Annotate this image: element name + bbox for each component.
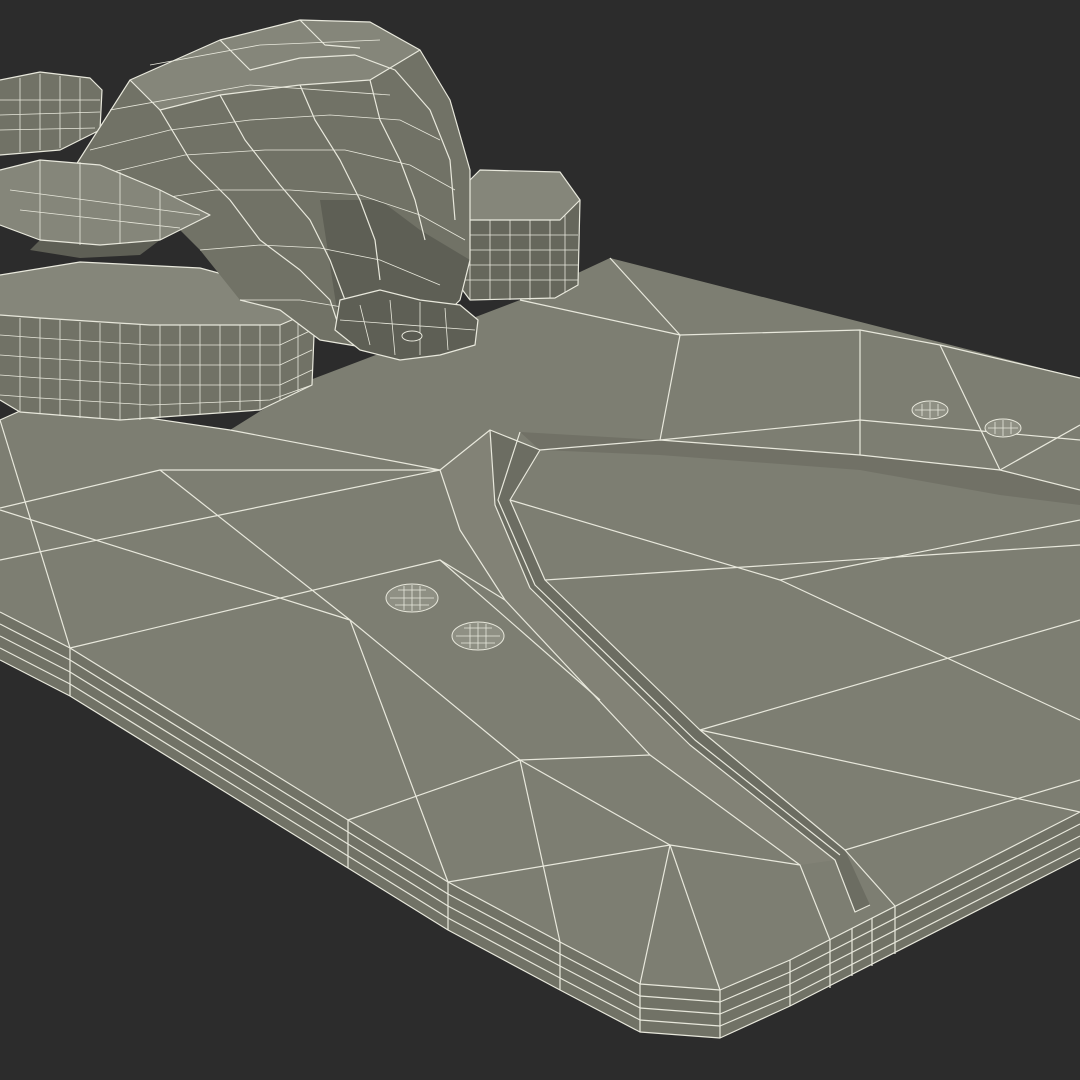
side-puck [0,71,103,156]
render-viewport [0,0,1080,1080]
rear-base-puck [454,169,581,301]
wireframe-render [0,19,1080,1039]
